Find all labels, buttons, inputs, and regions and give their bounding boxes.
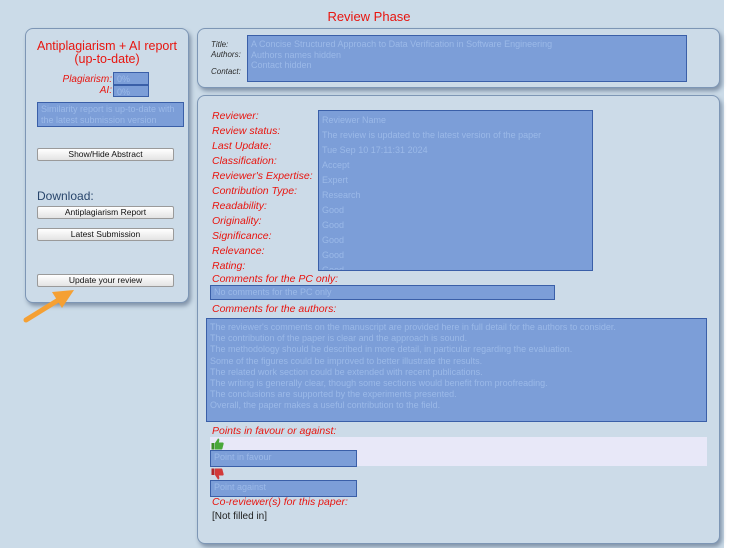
author-comment-line: Overall, the paper makes a useful contri… [210,400,441,411]
field-value-significance: Good [322,235,345,245]
paper-info-redacted: A Concise Structured Approach to Data Ve… [247,35,687,82]
paper-authors-value: Authors names hidden [251,49,342,60]
plagiarism-value: 0% [113,72,149,85]
coreviewer-value: [Not filled in] [212,511,268,522]
field-label-reviewer: Reviewer: [212,110,259,122]
field-label-review-status: Review status: [212,125,281,137]
field-value-last-update: Tue Sep 10 17:11:31 2024 [322,145,428,155]
latest-submission-button[interactable]: Latest Submission [37,228,174,241]
antiplagiarism-report-button[interactable]: Antiplagiarism Report [37,206,174,219]
coreviewer-label: Co-reviewer(s) for this paper: [212,496,348,508]
similarity-note: Similarity report is up-to-date with the… [37,102,184,127]
field-value-rating: Good [322,265,345,271]
field-value-expertise: Expert [322,175,349,185]
field-value-reviewer: Reviewer Name [322,115,387,125]
download-label: Download: [37,189,94,203]
author-comment-line: The related work section could be extend… [210,366,483,377]
author-comment-line: Some of the figures could be improved to… [210,355,483,366]
author-comment-line: The contribution of the paper is clear a… [210,333,468,344]
field-value-review-status: The review is updated to the latest vers… [322,130,542,140]
ai-label: AI: [99,85,112,96]
contact-label: Contact: [211,67,241,76]
author-comment-line: The writing is generally clear, though s… [210,378,548,389]
paper-info-panel: Title: Authors: Contact: A Concise Struc… [197,28,720,88]
show-hide-abstract-button[interactable]: Show/Hide Abstract [37,148,174,161]
page-title: Review Phase [327,9,411,24]
against-value: Point against [210,480,357,497]
field-label-last-update: Last Update: [212,140,272,152]
plagiarism-label: Plagiarism: [62,74,112,85]
thumbs-up-icon [211,438,224,450]
authors-label: Authors: [211,50,241,59]
field-label-significance: Significance: [212,230,272,242]
field-label-readability: Readability: [212,200,267,212]
ai-value: 0% [113,85,149,97]
field-label-originality: Originality: [212,215,262,227]
favour-label: Points in favour or against: [212,425,337,437]
favour-value: Point in favour [210,450,357,467]
author-comments-label: Comments for the authors: [212,303,337,315]
field-value-originality: Good [322,220,345,230]
field-label-rating: Rating: [212,260,246,272]
pointer-arrow-icon [23,290,74,323]
paper-title-value: A Concise Structured Approach to Data Ve… [251,39,553,49]
field-value-contribution-type: Research [322,190,361,200]
field-label-relevance: Relevance: [212,245,265,257]
field-value-relevance: Good [322,250,345,260]
thumbs-down-icon [211,468,224,480]
field-label-expertise: Reviewer's Expertise: [212,170,313,182]
review-panel: Reviewer: Review status: Last Update: Cl… [197,95,720,544]
pc-comments-value: No comments for the PC only [210,285,555,300]
author-comments-value: The reviewer's comments on the manuscrip… [206,318,707,422]
field-value-classification: Accept [322,160,350,170]
field-label-classification: Classification: [212,155,277,167]
pc-comments-label: Comments for the PC only: [212,273,339,285]
author-comment-line: The conclusions are supported by the exp… [210,389,457,400]
field-value-readability: Good [322,205,345,215]
title-label: Title: [211,40,229,49]
report-title: Antiplagiarism + AI report (up-to-date) [37,39,177,66]
author-comment-line: The methodology should be described in m… [210,344,573,355]
field-label-contribution-type: Contribution Type: [212,185,298,197]
author-comment-line: The reviewer's comments on the manuscrip… [210,322,616,332]
sidebar-panel: Antiplagiarism + AI report (up-to-date) … [25,28,189,303]
review-fields-redacted: Reviewer Name The review is updated to t… [318,110,593,271]
paper-contact-value: Contact hidden [251,60,312,70]
